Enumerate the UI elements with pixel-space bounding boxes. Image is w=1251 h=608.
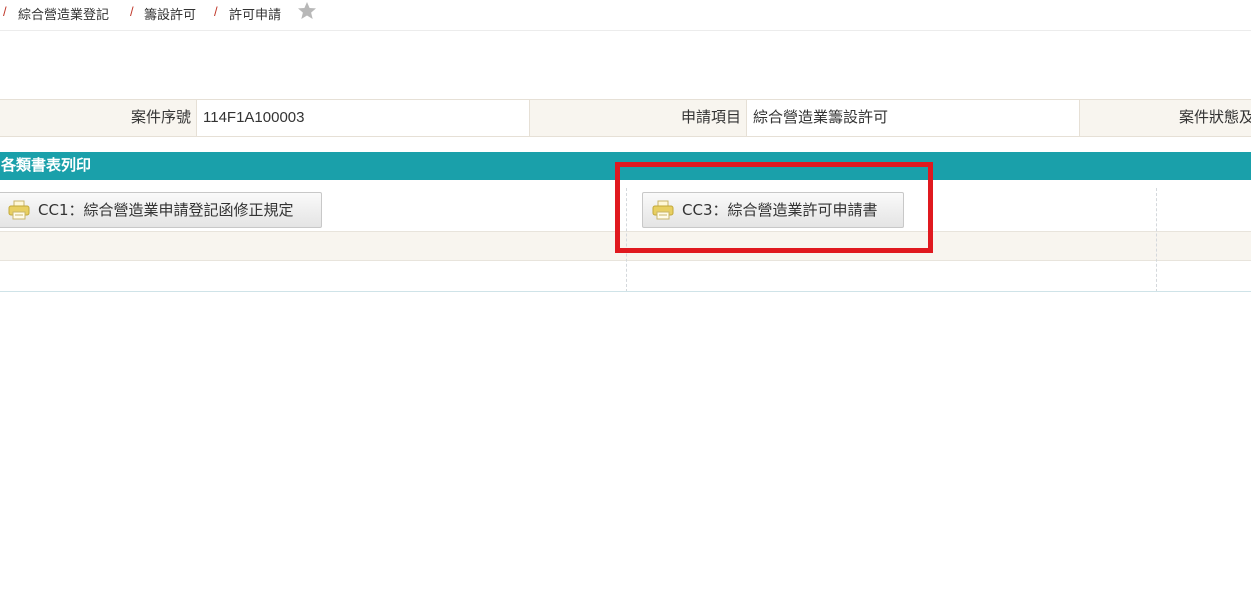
case-no-value: 114F1A100003 [197, 100, 530, 136]
printer-icon [652, 200, 674, 220]
star-icon[interactable] [297, 1, 317, 21]
column-divider [626, 188, 627, 292]
breadcrumb-separator: / [3, 4, 7, 19]
print-forms-table: CC1：綜合營造業申請登記函修正規定 CC3：綜合營造業許可申請書 [0, 180, 1251, 292]
apply-item-label: 申請項目 [530, 100, 747, 136]
column-divider [1156, 188, 1157, 292]
breadcrumb-item-construction-registration[interactable]: 綜合營造業登記 [18, 4, 109, 23]
case-status-label: 案件狀態及 [1080, 100, 1251, 136]
print-section-title: 各類書表列印 [0, 152, 1251, 180]
breadcrumb-item-permit-application: 許可申請 [229, 7, 282, 22]
breadcrumb-separator: / [214, 4, 218, 19]
print-cc1-button[interactable]: CC1：綜合營造業申請登記函修正規定 [0, 192, 322, 228]
case-no-label: 案件序號 [0, 100, 197, 136]
print-cc3-label: CC3：綜合營造業許可申請書 [682, 201, 878, 219]
case-info-row: 案件序號 114F1A100003 申請項目 綜合營造業籌設許可 案件狀態及 [0, 99, 1251, 137]
table-bottom-border [0, 291, 1251, 292]
apply-item-value: 綜合營造業籌設許可 [747, 100, 1080, 136]
print-cc3-button[interactable]: CC3：綜合營造業許可申請書 [642, 192, 904, 228]
breadcrumb-item-preparation-permit[interactable]: 籌設許可 [144, 4, 196, 23]
print-cc1-label: CC1：綜合營造業申請登記函修正規定 [38, 201, 294, 219]
breadcrumb-separator: / [130, 4, 134, 19]
printer-icon [8, 200, 30, 220]
breadcrumb: / 綜合營造業登記 / 籌設許可 / 許可申請 [0, 0, 1251, 31]
